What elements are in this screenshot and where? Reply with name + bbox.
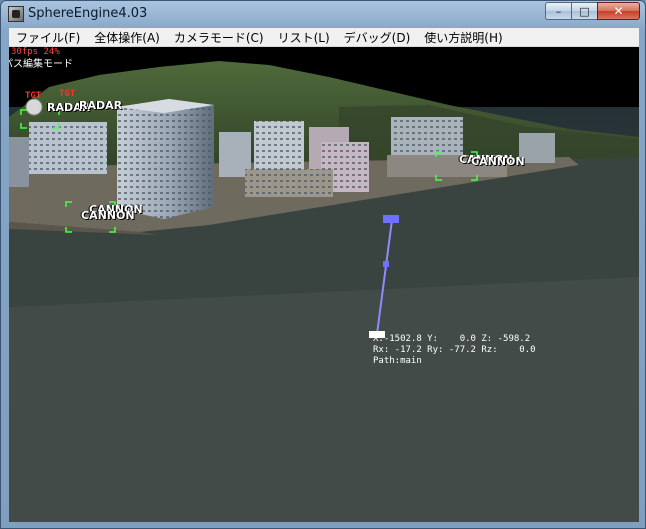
application-window: SphereEngine4.03 – □ ✕ ファイル(F) 全体操作(A) カ… — [0, 0, 646, 529]
radar-dish — [25, 98, 43, 116]
scene-graphics — [9, 47, 639, 522]
app-icon[interactable] — [8, 6, 24, 22]
building-left-windows — [29, 122, 107, 174]
menu-list[interactable]: リスト(L) — [271, 29, 337, 46]
menu-file[interactable]: ファイル(F) — [9, 29, 87, 46]
building-right-1-windows — [391, 117, 463, 157]
menu-global-ops[interactable]: 全体操作(A) — [87, 29, 167, 46]
minimize-icon: – — [555, 4, 562, 18]
radar-label-2: RADAR — [79, 99, 123, 112]
menu-debug[interactable]: デバッグ(D) — [337, 29, 418, 46]
minimize-button[interactable]: – — [545, 2, 571, 20]
coord-path: Path:main — [373, 356, 422, 366]
building-mid-2-windows — [254, 121, 304, 169]
maximize-button[interactable]: □ — [571, 2, 597, 20]
sea-near — [9, 277, 639, 522]
maximize-icon: □ — [579, 4, 590, 18]
tgt-label-1: TGT — [25, 91, 42, 101]
coordinate-readout: X:-1502.8 Y: 0.0 Z: -598.2 Rx: -17.2 Ry:… — [373, 334, 536, 367]
coord-position: X:-1502.8 Y: 0.0 Z: -598.2 — [373, 334, 531, 344]
coord-rotation: Rx: -17.2 Ry: -77.2 Rz: 0.0 — [373, 345, 536, 355]
mode-indicator: パス編集モード — [9, 59, 73, 70]
window-title: SphereEngine4.03 — [28, 6, 148, 21]
main-tower-windows — [117, 99, 214, 219]
menu-help[interactable]: 使い方説明(H) — [417, 29, 509, 46]
title-bar[interactable]: SphereEngine4.03 – □ ✕ — [1, 1, 645, 28]
close-icon: ✕ — [613, 4, 624, 18]
cannon-label-4: CANNON — [471, 155, 525, 168]
path-node-start[interactable] — [383, 215, 399, 223]
tgt-label-2: TGT — [59, 89, 76, 99]
menu-camera-mode[interactable]: カメラモード(C) — [167, 29, 271, 46]
path-node-mid[interactable] — [383, 261, 389, 267]
close-button[interactable]: ✕ — [597, 2, 640, 20]
3d-viewport[interactable]: 30fps 24% パス編集モード TGT TGT RADAR RADAR CA… — [9, 47, 639, 522]
building-left-side — [9, 137, 29, 187]
building-low-windows — [245, 169, 333, 197]
menu-bar: ファイル(F) 全体操作(A) カメラモード(C) リスト(L) デバッグ(D)… — [9, 28, 639, 47]
caption-buttons: – □ ✕ — [545, 2, 640, 22]
cannon-label-2: CANNON — [81, 209, 135, 222]
